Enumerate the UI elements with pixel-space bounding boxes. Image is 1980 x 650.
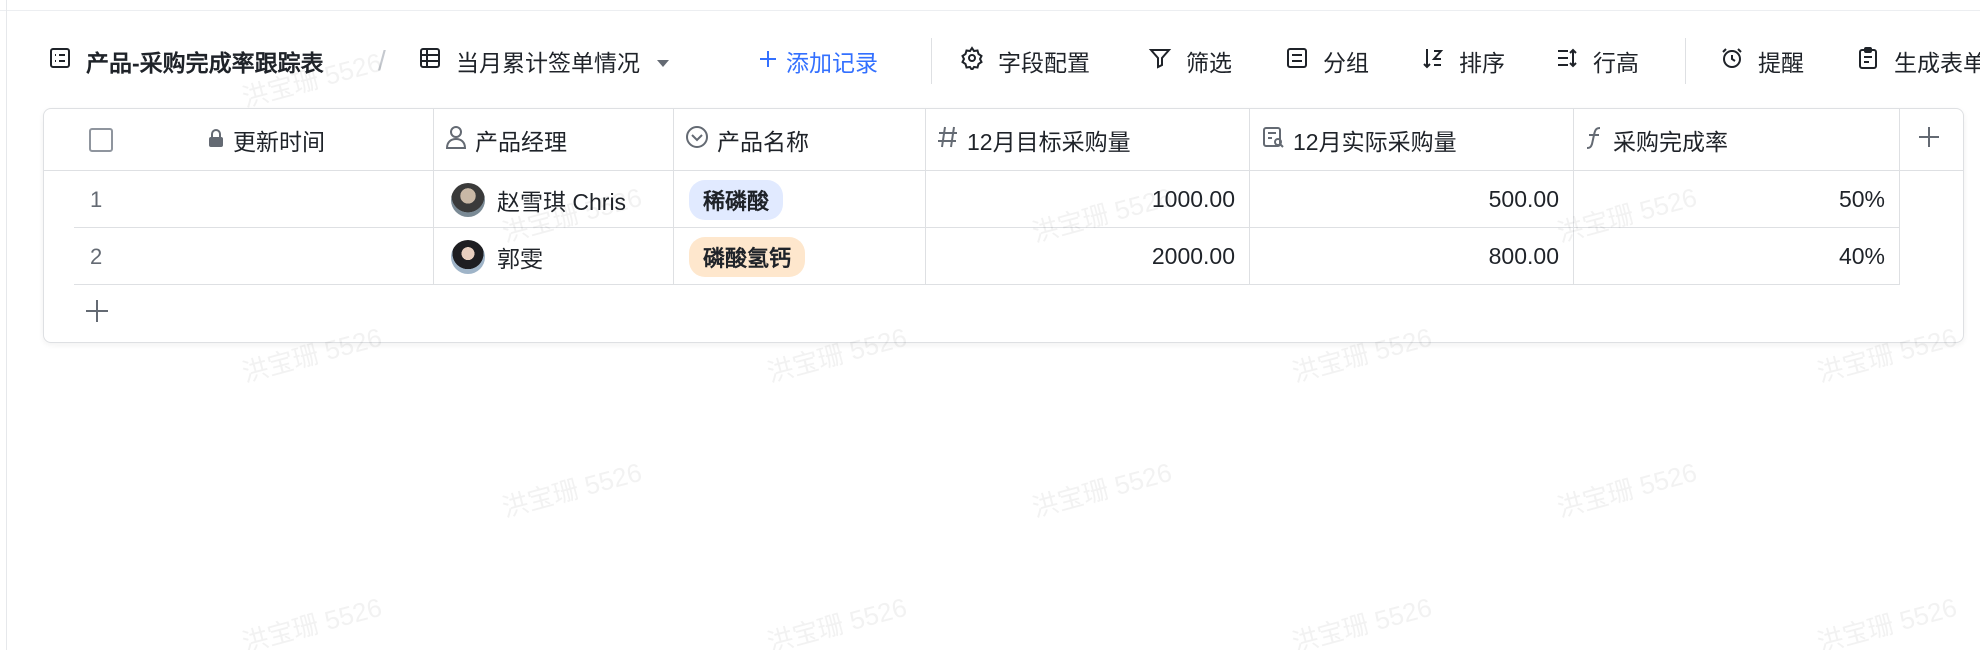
column-header-target[interactable]: 12月目标采购量 — [925, 109, 1249, 171]
column-header-product[interactable]: 产品名称 — [673, 109, 925, 171]
left-divider — [6, 0, 7, 650]
watermark: 洪宝珊 5526 — [763, 591, 910, 650]
sort-label: 排序 — [1459, 50, 1505, 76]
add-record-button[interactable]: 添加记录 — [758, 38, 878, 84]
group-icon — [1285, 46, 1309, 76]
person-icon — [445, 125, 475, 155]
plus-icon — [1917, 125, 1949, 155]
manager-name: 赵雪琪 Chris — [497, 188, 627, 215]
filter-button[interactable]: 筛选 — [1148, 38, 1232, 84]
watermark: 洪宝珊 5526 — [1813, 591, 1960, 650]
caret-down-icon — [656, 48, 670, 75]
add-column-button[interactable] — [1900, 109, 1963, 171]
avatar — [451, 239, 485, 274]
add-row-button[interactable] — [84, 285, 144, 342]
product-tag: 稀磷酸 — [689, 179, 784, 220]
table-title-text: 产品-采购完成率跟踪表 — [86, 50, 324, 76]
column-header-label: 产品经理 — [475, 129, 567, 155]
filter-label: 筛选 — [1186, 50, 1232, 76]
avatar — [451, 182, 485, 217]
target-cell[interactable]: 1000.00 — [925, 171, 1249, 228]
view-name: 当月累计签单情况 — [456, 50, 640, 76]
product-tag: 磷酸氢钙 — [689, 236, 806, 277]
plus-icon — [758, 48, 778, 75]
table-list-icon — [48, 46, 72, 76]
page: 产品-采购完成率跟踪表 / 当月累计签单情况 添加记录 字段配置 筛选 分组 排… — [0, 0, 1980, 650]
group-label: 分组 — [1323, 50, 1369, 76]
lock-icon — [207, 127, 233, 154]
watermark: 洪宝珊 5526 — [1028, 456, 1175, 523]
row-index: 1 — [90, 186, 103, 212]
product-cell[interactable]: 稀磷酸 — [673, 171, 925, 228]
top-divider — [0, 10, 1980, 11]
sort-button[interactable]: 排序 — [1421, 38, 1505, 84]
target-cell[interactable]: 2000.00 — [925, 228, 1249, 285]
column-header-label: 产品名称 — [717, 129, 809, 155]
generate-form-button[interactable]: 生成表单 — [1856, 38, 1980, 84]
add-record-label: 添加记录 — [786, 50, 878, 76]
reminder-button[interactable]: 提醒 — [1720, 38, 1804, 84]
grid-header: 更新时间 产品经理 产品名称 12月目标采购量 12月实际采购量 采购完成率 — [44, 109, 1963, 171]
column-header-label: 采购完成率 — [1613, 129, 1728, 155]
single-select-icon — [685, 125, 717, 155]
view-selector[interactable]: 当月累计签单情况 — [418, 38, 670, 84]
filter-icon — [1148, 46, 1172, 76]
manager-cell[interactable]: 郭雯 — [433, 228, 673, 285]
data-grid: 更新时间 产品经理 产品名称 12月目标采购量 12月实际采购量 采购完成率 1… — [43, 108, 1964, 343]
row-height-label: 行高 — [1593, 50, 1639, 76]
column-header-rate[interactable]: 采购完成率 — [1573, 109, 1897, 171]
alarm-clock-icon — [1720, 46, 1744, 76]
sort-icon — [1421, 46, 1445, 76]
toolbar-divider — [1685, 38, 1686, 84]
actual-cell[interactable]: 800.00 — [1249, 228, 1573, 285]
rate-cell[interactable]: 50% — [1573, 171, 1899, 228]
watermark: 洪宝珊 5526 — [498, 456, 645, 523]
column-header-label: 12月实际采购量 — [1293, 129, 1457, 155]
form-icon — [1856, 46, 1880, 76]
manager-cell[interactable]: 赵雪琪 Chris — [433, 171, 673, 228]
grid-view-icon — [418, 46, 442, 76]
watermark: 洪宝珊 5526 — [238, 591, 385, 650]
select-all-cell — [44, 109, 157, 171]
row-height-button[interactable]: 行高 — [1555, 38, 1639, 84]
column-header-updated-time[interactable]: 更新时间 — [157, 109, 433, 171]
toolbar: 产品-采购完成率跟踪表 / 当月累计签单情况 添加记录 字段配置 筛选 分组 排… — [0, 38, 1980, 84]
column-header-manager[interactable]: 产品经理 — [433, 109, 673, 171]
column-header-label: 更新时间 — [233, 129, 325, 155]
plus-icon — [84, 298, 110, 330]
breadcrumb-separator: / — [378, 45, 386, 76]
watermark: 洪宝珊 5526 — [1288, 591, 1435, 650]
row-height-icon — [1555, 46, 1579, 76]
product-cell[interactable]: 磷酸氢钙 — [673, 228, 925, 285]
number-icon — [937, 125, 967, 155]
field-config-button[interactable]: 字段配置 — [960, 38, 1090, 84]
watermark: 洪宝珊 5526 — [1553, 456, 1700, 523]
rate-cell[interactable]: 40% — [1573, 228, 1899, 285]
table-title[interactable]: 产品-采购完成率跟踪表 — [48, 38, 324, 84]
row-index: 2 — [90, 243, 103, 269]
column-header-actual[interactable]: 12月实际采购量 — [1249, 109, 1573, 171]
field-config-label: 字段配置 — [998, 50, 1090, 76]
reminder-label: 提醒 — [1758, 50, 1804, 76]
group-button[interactable]: 分组 — [1285, 38, 1369, 84]
actual-cell[interactable]: 500.00 — [1249, 171, 1573, 228]
select-all-checkbox[interactable] — [88, 128, 113, 152]
formula-icon — [1585, 125, 1613, 155]
manager-name: 郭雯 — [497, 245, 543, 272]
column-header-label: 12月目标采购量 — [967, 129, 1131, 155]
lookup-icon — [1261, 125, 1293, 155]
gear-icon — [960, 46, 984, 76]
generate-form-label: 生成表单 — [1894, 50, 1980, 76]
toolbar-divider — [931, 38, 932, 84]
